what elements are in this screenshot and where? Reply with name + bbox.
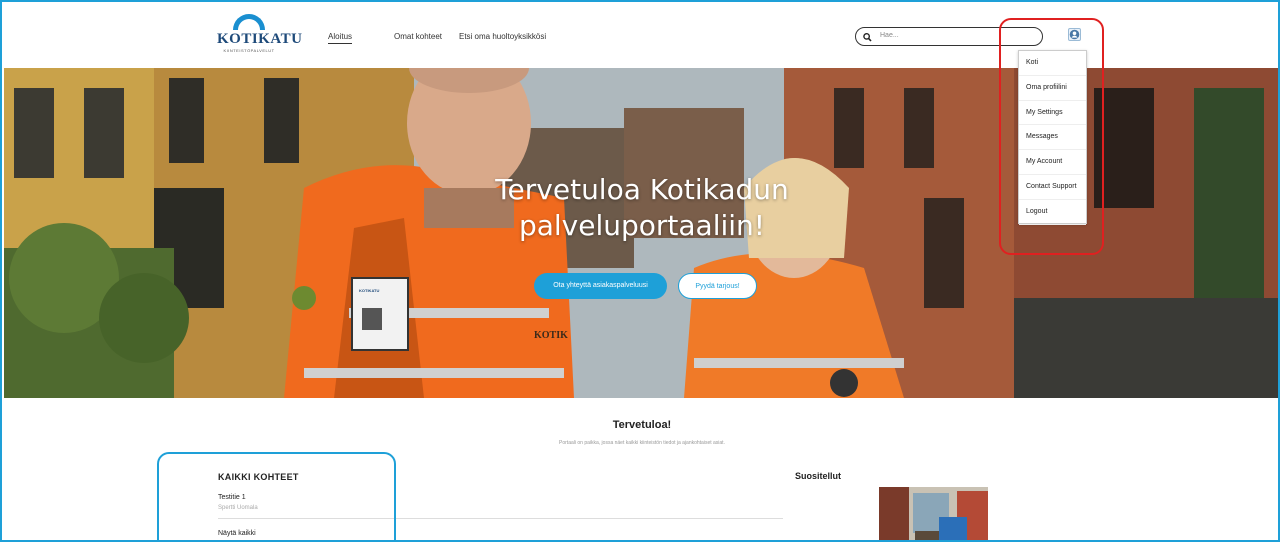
vest-print-text: KOTIK [534, 330, 568, 341]
hero-title-line-1: Tervetuloa Kotikadun [495, 173, 789, 206]
request-quote-button[interactable]: Pyydä tarjous! [678, 273, 757, 299]
highlight-annotation-blue [157, 452, 396, 540]
highlight-annotation-red [999, 18, 1104, 255]
logo-subtext: KIINTEISTÖPALVELUT [223, 48, 275, 53]
recommended-heading: Suositellut [795, 471, 842, 481]
page-frame: KOTIKATU KIINTEISTÖPALVELUT Aloitus Omat… [0, 0, 1280, 542]
recommended-thumbnail[interactable] [879, 487, 988, 540]
logo-arch-icon [233, 14, 265, 30]
hero-title: Tervetuloa Kotikadun palveluportaaliin! [382, 172, 902, 244]
nav-etsi-huoltoyksikko[interactable]: Etsi oma huoltoyksikkösi [459, 32, 546, 41]
kotikatu-logo[interactable]: KOTIKATU KIINTEISTÖPALVELUT [217, 14, 303, 54]
contact-customer-service-button[interactable]: Ota yhteyttä asiakaspalveluusi [534, 273, 667, 299]
hero-title-line-2: palveluportaaliin! [518, 209, 766, 242]
id-badge-text: KOTIKATU [359, 288, 380, 293]
search-icon [863, 31, 872, 43]
recommended-image [879, 487, 988, 540]
welcome-text: Portaali on paikka, jossa näet kaikki ki… [559, 440, 725, 446]
welcome-title: Tervetuloa! [612, 419, 672, 431]
nav-omat-kohteet[interactable]: Omat kohteet [394, 32, 442, 41]
search-placeholder: Hae... [880, 32, 899, 39]
nav-aloitus[interactable]: Aloitus [328, 32, 353, 44]
logo-text: KOTIKATU [217, 31, 303, 47]
